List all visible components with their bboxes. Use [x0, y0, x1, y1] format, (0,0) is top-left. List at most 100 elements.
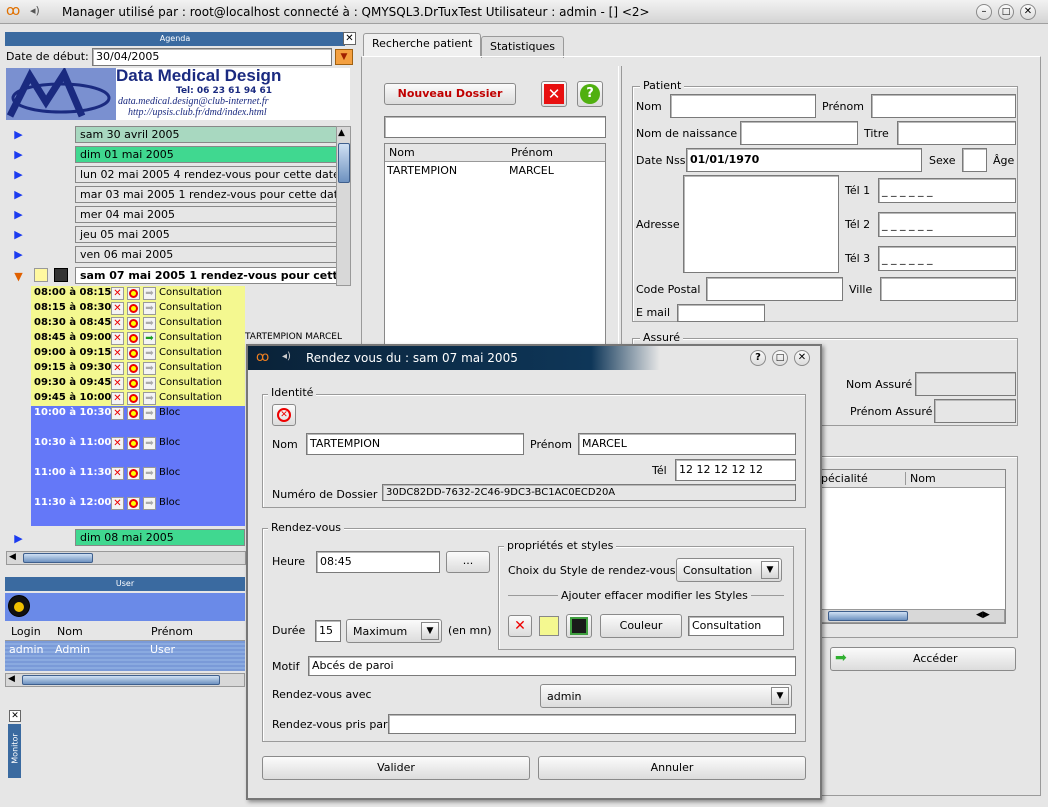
open-slot-arrow-icon[interactable]: ➡	[143, 437, 156, 450]
edit-slot-icon[interactable]	[127, 332, 140, 345]
expand-day-icon[interactable]: ▶	[10, 206, 27, 223]
motif-field[interactable]: Abcés de paroi	[308, 656, 796, 676]
user-row[interactable]: admin Admin User	[5, 641, 245, 671]
monitor-close-button[interactable]: ✕	[9, 710, 21, 722]
open-slot-arrow-icon[interactable]: ➡	[143, 317, 156, 330]
edit-slot-icon[interactable]	[127, 287, 140, 300]
user-hscroll-thumb[interactable]	[22, 675, 220, 685]
prenom-assure-field[interactable]	[934, 399, 1016, 423]
expand-day-icon[interactable]: ▶	[10, 126, 27, 143]
dialog-close-button[interactable]: ✕	[794, 350, 810, 366]
dialog-title-bar[interactable]: ꝏ ◂) Rendez vous du : sam 07 mai 2005 ? …	[248, 346, 820, 370]
open-slot-arrow-icon[interactable]: ➡	[143, 407, 156, 420]
duree-field[interactable]: 15	[315, 620, 341, 642]
delete-style-button[interactable]: ✕	[508, 615, 532, 637]
day-bar[interactable]: ven 06 mai 2005	[75, 246, 337, 263]
expand-day-icon[interactable]: ▶	[10, 246, 27, 263]
day-bar[interactable]: mar 03 mai 2005 1 rendez-vous pour cette…	[75, 186, 337, 203]
agenda-hscroll[interactable]: ◀	[6, 551, 246, 565]
time-slot[interactable]: 08:45 à 09:00 ✕ ➡ Consultation TARTEMPION MA…	[31, 331, 342, 346]
open-slot-arrow-icon[interactable]: ➡	[143, 467, 156, 480]
ville-field[interactable]	[880, 277, 1016, 301]
intervenants-hscroll-thumb[interactable]	[828, 611, 908, 621]
acceder-button[interactable]: ➡ Accéder	[830, 647, 1016, 671]
time-slot[interactable]: 10:00 à 10:30 ✕ ➡ Bloc	[31, 406, 245, 421]
expand-day-icon[interactable]: ▶	[10, 226, 27, 243]
col-prenom[interactable]: Prénom	[151, 625, 193, 638]
day-bar[interactable]: mer 04 mai 2005	[75, 206, 337, 223]
close-agenda-button[interactable]: ✕	[343, 32, 356, 45]
delete-slot-icon[interactable]: ✕	[111, 287, 124, 300]
delete-slot-icon[interactable]: ✕	[111, 317, 124, 330]
titre-field[interactable]	[897, 121, 1016, 145]
email-field[interactable]	[677, 304, 765, 322]
expand-day-icon[interactable]: ▶	[10, 186, 27, 203]
col-nom[interactable]: Nom	[389, 146, 415, 159]
nom-field[interactable]	[670, 94, 816, 118]
edit-slot-icon[interactable]	[127, 347, 140, 360]
expand-day-icon[interactable]: ▶	[10, 146, 27, 163]
choix-style-select[interactable]: Consultation ▼	[676, 558, 782, 582]
user-scroll-left-icon[interactable]: ◀	[8, 674, 15, 684]
dialog-app-icon[interactable]: ꝏ	[256, 350, 269, 365]
col-nom[interactable]: Nom	[57, 625, 83, 638]
open-day-bar[interactable]: sam 07 mai 2005 1 rendez-vous pour cette…	[75, 267, 337, 284]
collapse-day-icon[interactable]: ▼	[10, 268, 27, 285]
save-style-button[interactable]	[566, 614, 592, 638]
time-slot[interactable]: 09:00 à 09:15 ✕ ➡ Consultation	[31, 346, 245, 361]
expand-next-day-icon[interactable]: ▶	[10, 530, 27, 547]
app-icon[interactable]: ꝏ	[6, 3, 20, 19]
col-specialite[interactable]: pécialité	[821, 472, 868, 485]
delete-slot-icon[interactable]: ✕	[111, 362, 124, 375]
next-day-bar[interactable]: dim 08 mai 2005	[75, 529, 245, 546]
date-nss-field[interactable]: 01/01/1970	[686, 148, 922, 172]
couleur-button[interactable]: Couleur	[600, 614, 682, 638]
edit-slot-icon[interactable]	[127, 407, 140, 420]
col-nom[interactable]: Nom	[905, 472, 936, 485]
annuler-button[interactable]: Annuler	[538, 756, 806, 780]
search-input[interactable]	[384, 116, 606, 138]
expand-day-icon[interactable]: ▶	[10, 166, 27, 183]
heure-field[interactable]: 08:45	[316, 551, 440, 573]
user-hscroll[interactable]: ◀	[5, 673, 245, 687]
help-button[interactable]: ?	[577, 81, 603, 107]
edit-slot-icon[interactable]	[127, 317, 140, 330]
rdv-pris-field[interactable]	[388, 714, 796, 734]
new-rdv-icon[interactable]	[34, 268, 48, 282]
start-date-field[interactable]: 30/04/2005	[92, 48, 332, 66]
open-slot-arrow-icon[interactable]: ➡	[143, 332, 156, 345]
delete-slot-icon[interactable]: ✕	[111, 467, 124, 480]
open-slot-arrow-icon[interactable]: ➡	[143, 377, 156, 390]
calendar-dropdown-button[interactable]: ▼	[335, 49, 353, 65]
delete-slot-icon[interactable]: ✕	[111, 347, 124, 360]
tab-statistiques[interactable]: Statistiques	[481, 36, 564, 58]
minimize-button[interactable]: –	[976, 4, 992, 20]
open-slot-arrow-icon[interactable]: ➡	[143, 302, 156, 315]
day-bar[interactable]: lun 02 mai 2005 4 rendez-vous pour cette…	[75, 166, 337, 183]
scroll-lr-icon[interactable]: ◀▶	[976, 610, 990, 620]
identite-tel-field[interactable]: 12 12 12 12 12	[675, 459, 796, 481]
rdv-avec-select[interactable]: admin ▼	[540, 684, 792, 708]
scroll-up-icon[interactable]: ▲	[338, 128, 345, 138]
edit-slot-icon[interactable]	[127, 392, 140, 405]
delete-slot-icon[interactable]: ✕	[111, 302, 124, 315]
nouveau-dossier-button[interactable]: Nouveau Dossier	[384, 83, 516, 105]
time-slot[interactable]: 08:30 à 08:45 ✕ ➡ Consultation	[31, 316, 245, 331]
time-slot[interactable]: 09:30 à 09:45 ✕ ➡ Consultation	[31, 376, 245, 391]
tel3-field[interactable]: _ _ _ _ _ _	[878, 246, 1016, 271]
style-color-swatch[interactable]	[539, 616, 559, 636]
adresse-field[interactable]	[683, 175, 839, 273]
duree-mode-select[interactable]: Maximum ▼	[346, 619, 442, 643]
col-prenom[interactable]: Prénom	[511, 146, 553, 159]
dialog-maximize-button[interactable]: □	[772, 350, 788, 366]
delete-slot-icon[interactable]: ✕	[111, 497, 124, 510]
agenda-vscroll[interactable]: ▲	[336, 126, 351, 286]
open-slot-arrow-icon[interactable]: ➡	[143, 362, 156, 375]
delete-slot-icon[interactable]: ✕	[111, 392, 124, 405]
delete-slot-icon[interactable]: ✕	[111, 377, 124, 390]
edit-slot-icon[interactable]	[127, 467, 140, 480]
time-slot[interactable]: 09:45 à 10:00 ✕ ➡ Consultation	[31, 391, 245, 406]
tux-icon[interactable]	[8, 595, 30, 617]
clear-identite-button[interactable]: ✕	[272, 404, 296, 426]
patient-row[interactable]: TARTEMPION MARCEL	[385, 163, 605, 179]
